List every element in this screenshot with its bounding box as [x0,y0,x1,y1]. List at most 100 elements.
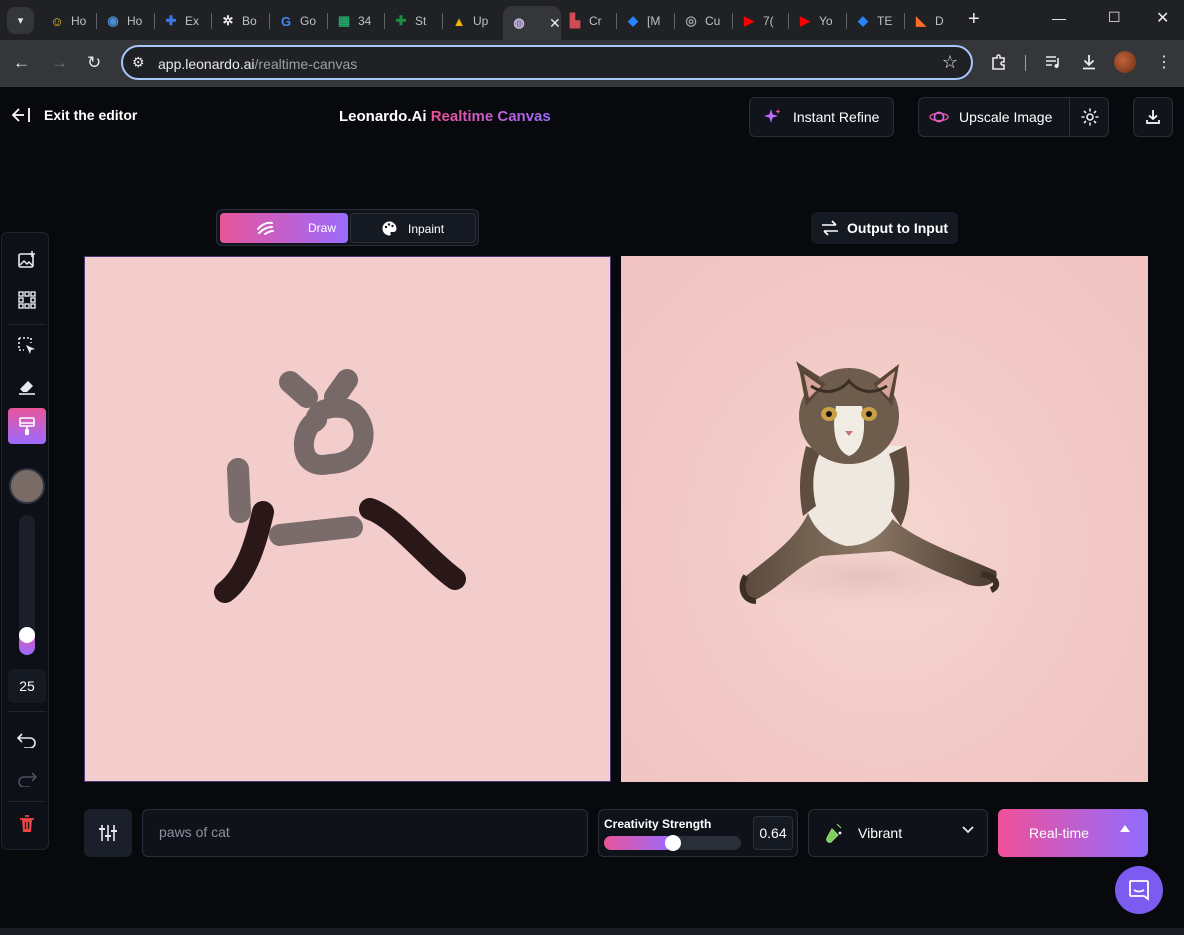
browser-tab[interactable]: ▙ Cr [567,6,617,36]
caret-up-icon[interactable] [1120,825,1130,832]
clear-canvas-button[interactable] [8,806,46,842]
creativity-strength-control: Creativity Strength 0.64 [598,809,798,857]
brush-color-swatch[interactable] [9,468,45,504]
browser-tab[interactable]: ▲ Up [451,6,501,36]
creativity-strength-fill [604,836,673,850]
realtime-generate-label: Real-time [1029,825,1089,841]
browser-menu-icon[interactable]: ⋮ [1156,53,1172,73]
site-settings-icon[interactable]: ⚙ [132,54,145,71]
tab-title: 34 [358,14,372,28]
style-dropdown-label: Vibrant [858,825,903,841]
forward-icon[interactable]: → [51,53,68,73]
close-tab-icon[interactable]: ✕ [549,15,561,32]
style-dropdown[interactable]: Vibrant [808,809,988,857]
back-icon[interactable]: ← [13,53,30,73]
cat-image [716,361,1016,616]
browser-tab[interactable]: ◎ Cu [683,6,733,36]
brush-size-knob[interactable] [19,627,35,643]
redo-icon [18,772,37,787]
extensions-icon[interactable] [990,53,1008,77]
creativity-strength-value[interactable]: 0.64 [753,816,793,850]
realtime-generate-button[interactable]: Real-time [998,809,1148,857]
add-image-tool[interactable] [8,242,46,278]
download-button[interactable] [1133,97,1173,137]
media-control-icon[interactable] [1044,53,1062,77]
browser-tab[interactable]: ◆ TE [855,6,905,36]
gitlab-icon: ◣ [916,13,926,28]
chat-support-button[interactable] [1115,866,1163,914]
flask-icon [826,823,842,843]
reload-icon[interactable]: ↻ [87,53,101,73]
creativity-strength-label: Creativity Strength [604,817,712,831]
upscale-image-button[interactable]: Upscale Image [918,97,1109,137]
grid-tool[interactable] [8,282,46,318]
close-window-button[interactable]: ✕ [1156,8,1169,28]
address-bar[interactable]: ⚙ app.leonardo.ai/realtime-canvas ☆ [121,45,973,80]
tab-title: St [415,14,427,28]
youtube-icon: ▶ [744,13,754,28]
puzzle-icon: ✚ [165,13,177,28]
creativity-strength-slider[interactable] [604,835,741,851]
upscale-image-label: Upscale Image [959,109,1053,125]
tab-title: Ho [71,14,87,28]
minimize-button[interactable]: — [1052,10,1066,26]
brush-stroke-icon [257,221,274,235]
bookmark-star-icon[interactable]: ☆ [942,52,958,73]
new-tab-button[interactable]: + [968,9,980,29]
maximize-button[interactable]: ☐ [1108,9,1121,26]
settings-gear-icon[interactable] [1080,107,1100,130]
inpaint-mode-button[interactable]: Inpaint [350,213,476,243]
output-to-input-button[interactable]: Output to Input [811,212,959,244]
brush-tool[interactable] [8,408,46,444]
undo-button[interactable] [8,722,46,758]
sparkle-icon [763,107,783,127]
dots-grid-icon [18,291,36,309]
download-icon [1146,110,1160,124]
image-plus-icon [18,251,35,268]
redo-button[interactable] [8,761,46,797]
paint-brush-icon [19,417,35,435]
chat-bubble-icon [1129,880,1149,901]
realtime-canvas-app: Exit the editor Leonardo.Ai Realtime Can… [0,87,1184,935]
eraser-tool[interactable] [8,368,46,404]
draw-mode-button[interactable]: Draw [220,213,348,243]
browser-tab[interactable]: ◉ Ho [105,6,155,36]
browser-tab[interactable]: ☺ Ho [49,6,99,36]
browser-tab[interactable]: ▦ 34 [336,6,386,36]
sliders-icon [99,825,117,841]
grad-cap-icon: ▲ [452,13,466,29]
browser-tab[interactable]: ◆ [M [625,6,675,36]
browser-tab[interactable]: G Go [278,6,328,36]
browser-tab[interactable]: ▶ Yo [797,6,847,36]
inpaint-mode-label: Inpaint [408,222,445,236]
tab-title: Cr [589,14,602,28]
select-tool[interactable] [8,328,46,364]
profile-avatar[interactable] [1114,51,1136,73]
drawing-canvas[interactable] [84,256,611,782]
exit-arrow-icon [11,108,30,122]
settings-sliders-button[interactable] [84,809,132,857]
browser-tab[interactable]: ◣ D [913,6,963,36]
creativity-strength-knob[interactable] [665,835,681,851]
instant-refine-label: Instant Refine [793,109,880,125]
output-image[interactable] [621,256,1148,782]
exit-editor-button[interactable]: Exit the editor [10,107,137,123]
browser-tab[interactable]: ◍ ✕ [503,6,561,40]
prompt-field[interactable] [142,809,588,857]
instant-refine-button[interactable]: Instant Refine [749,97,894,137]
jira-icon: ◆ [858,13,868,28]
brush-size-value[interactable]: 25 [8,669,46,703]
leonardo-icon: ◍ [513,15,525,30]
tab-search-button[interactable]: ▾ [7,7,34,34]
eraser-icon [19,381,35,395]
prompt-input[interactable] [159,824,559,840]
smiley-icon: ☺ [50,13,64,29]
downloads-icon[interactable] [1080,53,1098,77]
browser-tab[interactable]: ✲ Bo [220,6,270,36]
browser-tab[interactable]: ✚ St [393,6,443,36]
draw-mode-label: Draw [308,221,337,235]
selection-cursor-icon [18,337,35,354]
brush-size-slider[interactable] [19,515,35,655]
browser-tab[interactable]: ▶ 7( [741,6,791,36]
browser-tab[interactable]: ✚ Ex [163,6,213,36]
